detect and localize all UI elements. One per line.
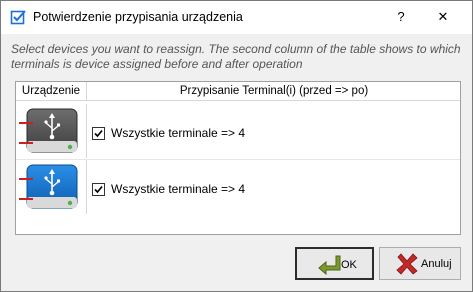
row-checkbox[interactable]: [92, 183, 105, 196]
return-arrow-icon: [318, 255, 341, 276]
red-x-icon: [396, 253, 418, 275]
cancel-button[interactable]: Anuluj: [379, 247, 461, 280]
help-button[interactable]: ?: [389, 5, 413, 29]
close-button[interactable]: ✕: [429, 5, 457, 29]
device-cell: [16, 104, 87, 158]
ok-button-label: OK: [341, 259, 357, 271]
column-header-assignment[interactable]: Przypisanie Terminal(i) (przed => po): [88, 82, 460, 101]
dialog-window: Potwierdzenie przypisania urządzenia ? ✕…: [0, 0, 473, 292]
ok-button[interactable]: OK: [295, 247, 374, 280]
device-cell: [16, 160, 87, 214]
usb-device-blue-icon: [19, 164, 78, 209]
instructions-text: Select devices you want to reassign. The…: [11, 42, 461, 71]
usb-device-gray-icon: [19, 108, 78, 153]
title-bar: Potwierdzenie przypisania urządzenia ? ✕: [1, 1, 472, 34]
column-header-device[interactable]: Urządzenie: [16, 82, 87, 101]
devices-table: Urządzenie Przypisanie Terminal(i) (prze…: [15, 81, 461, 235]
table-row[interactable]: Wszystkie terminale => 4: [16, 159, 460, 214]
assignment-text: Wszystkie terminale => 4: [111, 126, 246, 140]
row-checkbox[interactable]: [92, 127, 105, 140]
cancel-button-label: Anuluj: [421, 258, 452, 270]
table-header: Urządzenie Przypisanie Terminal(i) (prze…: [16, 82, 460, 101]
window-title: Potwierdzenie przypisania urządzenia: [33, 10, 243, 24]
checkbox-icon: [10, 10, 26, 25]
assignment-text: Wszystkie terminale => 4: [111, 182, 246, 196]
table-row[interactable]: Wszystkie terminale => 4: [16, 104, 460, 158]
